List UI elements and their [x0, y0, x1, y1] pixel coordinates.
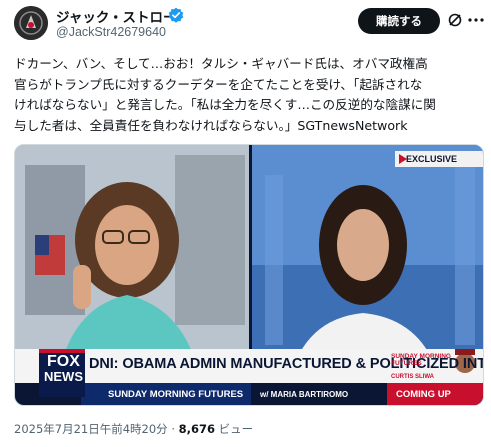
fox-logo-line2: NEWS: [44, 369, 83, 384]
promo-show-name: SUNDAY MORNING FUTURES: [391, 353, 451, 367]
subscribe-button[interactable]: 購読する: [358, 8, 440, 34]
chyron-show-name: SUNDAY MORNING FUTURES: [108, 389, 244, 400]
verified-badge-icon: [168, 7, 184, 23]
tweet-text-line: 与した者は、全員責任を負わなければならない。」SGTnewsNetwork: [14, 117, 408, 133]
tweet-text-line: 官らがトランプ氏に対するクーデターを企てたことを受け、「起訴されな: [14, 76, 423, 92]
author-handle[interactable]: @JackStr42679640: [56, 25, 166, 39]
author-display-name[interactable]: ジャック・ストロー: [56, 6, 177, 26]
grok-icon[interactable]: [447, 12, 463, 28]
avatar-image: [14, 6, 48, 40]
views-count: 8,676: [178, 422, 216, 436]
chyron-host: w/ MARIA BARTIROMO: [260, 390, 349, 399]
tweet-text-line: ドカーン、バン、そして…おお！タルシ・ギャバード氏は、オバマ政権高: [14, 56, 428, 71]
exclusive-label: EXCLUSIVE: [406, 154, 458, 164]
tweet-text-line: ければならない」と発言した。「私は全力を尽くす…この反逆的な陰謀に関: [14, 97, 436, 112]
meta-separator: ·: [167, 422, 179, 436]
tweet-meta: 2025年7月21日午前4時20分 · 8,676 ビュー: [14, 421, 253, 437]
promo-guest: CURTIS SLIWA: [391, 374, 434, 380]
tweet-timestamp[interactable]: 2025年7月21日午前4時20分: [14, 422, 168, 436]
tweet-header: ジャック・ストロー @JackStr42679640 購読する: [0, 0, 491, 46]
tweet-text: ドカーン、バン、そして…おお！タルシ・ギャバード氏は、オバマ政権高 官らがトラン…: [14, 54, 480, 136]
tweet-media-video[interactable]: EXCLUSIVE FOX NEWS DNI: OBAMA ADMIN MANU…: [14, 144, 484, 406]
avatar[interactable]: [14, 6, 48, 40]
coming-up-label: COMING UP: [396, 389, 451, 400]
more-options-icon[interactable]: [467, 18, 485, 22]
views-label: ビュー: [215, 422, 254, 436]
